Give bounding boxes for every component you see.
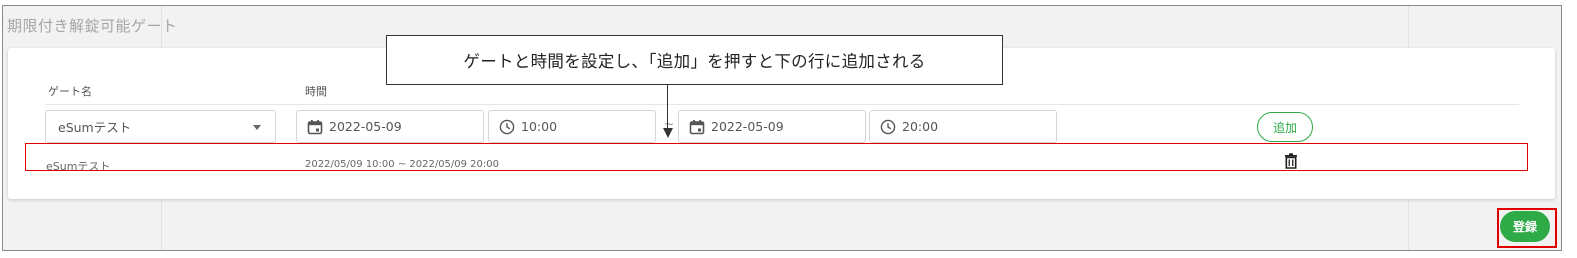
header-divider (45, 104, 1519, 105)
save-button-highlight (1497, 208, 1557, 248)
start-date-input[interactable]: 2022-05-09 (296, 110, 484, 143)
calendar-icon (307, 119, 323, 135)
instruction-callout: ゲートと時間を設定し、「追加」を押すと下の行に追加される (386, 35, 1003, 85)
added-row-highlight (25, 143, 1528, 171)
arrow-head (663, 128, 673, 138)
start-time-value: 10:00 (521, 119, 558, 134)
section-title: 期限付き解錠可能ゲート (7, 17, 178, 35)
add-button[interactable]: 追加 (1257, 112, 1313, 142)
end-date-input[interactable]: 2022-05-09 (678, 110, 866, 143)
start-date-value: 2022-05-09 (329, 119, 402, 134)
chevron-down-icon (253, 125, 261, 130)
calendar-icon (689, 119, 705, 135)
clock-icon (880, 119, 896, 135)
time-header: 時間 (305, 85, 327, 98)
gate-name-header: ゲート名 (48, 85, 92, 98)
end-time-value: 20:00 (902, 119, 939, 134)
gate-select-value: eSumテスト (58, 120, 132, 135)
arrow-down-icon (667, 85, 668, 130)
end-time-input[interactable]: 20:00 (869, 110, 1057, 143)
clock-icon (499, 119, 515, 135)
end-date-value: 2022-05-09 (711, 119, 784, 134)
gate-select[interactable]: eSumテスト (45, 110, 276, 143)
start-time-input[interactable]: 10:00 (488, 110, 656, 143)
